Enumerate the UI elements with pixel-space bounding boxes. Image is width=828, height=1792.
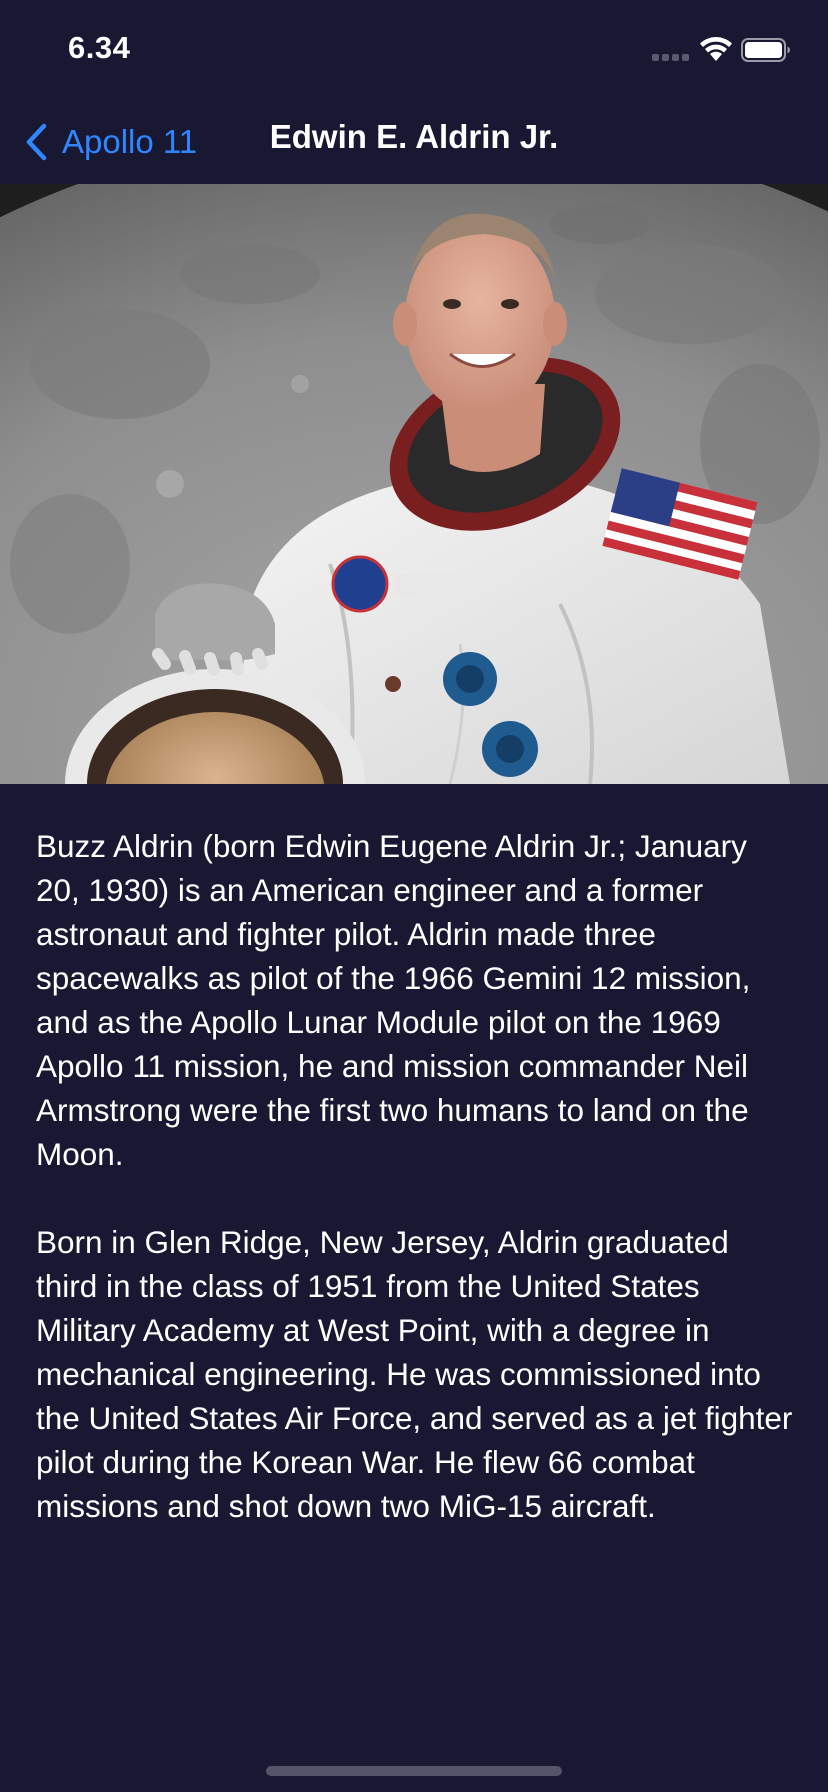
biography-paragraph: Buzz Aldrin (born Edwin Eugene Aldrin Jr… [36,828,751,1172]
battery-icon [741,38,790,62]
status-time: 6.34 [68,30,131,65]
status-bar: 6.34 [0,0,828,100]
wifi-icon [700,37,732,61]
cellular-signal-icon [652,54,692,62]
navigation-bar: Apollo 11 Edwin E. Aldrin Jr. [0,100,828,184]
astronaut-portrait [0,184,828,784]
home-indicator[interactable] [266,1766,562,1776]
biography: Buzz Aldrin (born Edwin Eugene Aldrin Jr… [36,824,796,1572]
page-title: Edwin E. Aldrin Jr. [269,118,559,155]
biography-paragraph: Born in Glen Ridge, New Jersey, Aldrin g… [36,1224,793,1524]
astronaut-portrait-image [0,184,828,784]
